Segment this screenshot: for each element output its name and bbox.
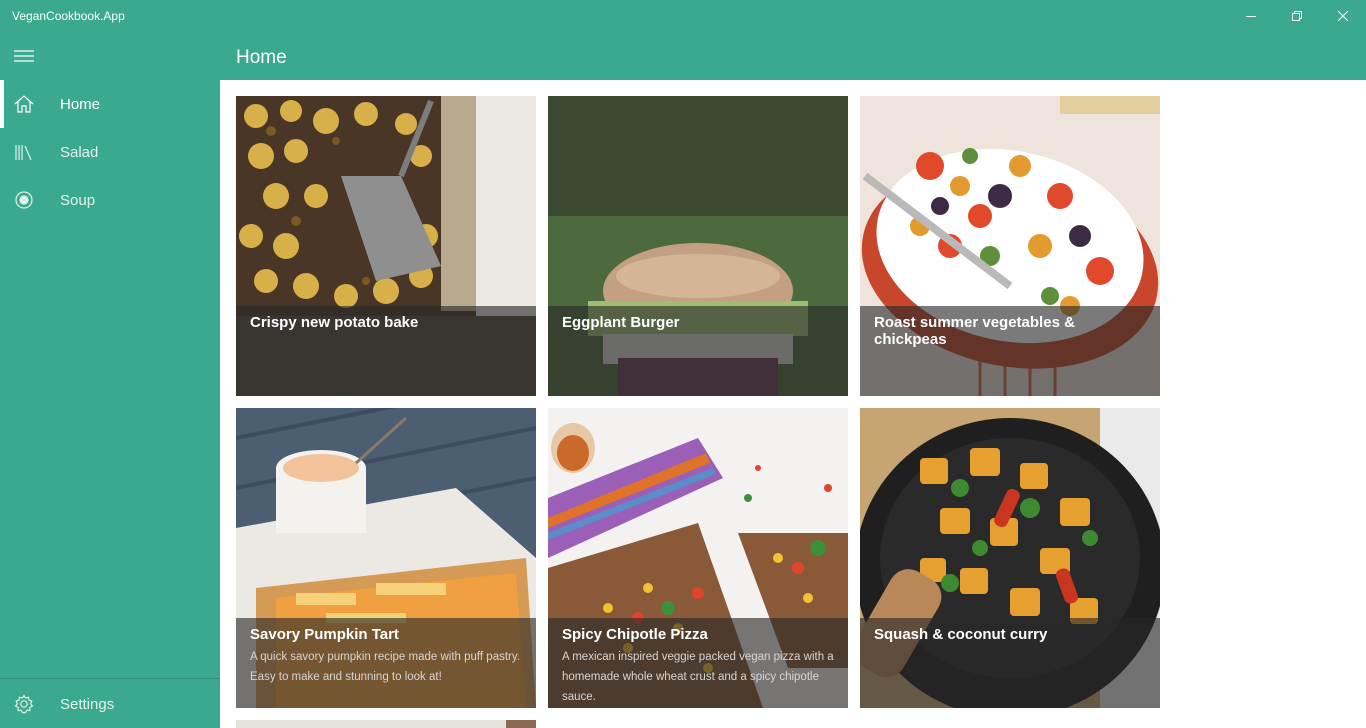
sidebar-item-label: Salad — [60, 143, 99, 161]
recipe-description: A mexican inspired veggie packed vegan p… — [562, 651, 834, 703]
recipe-caption: Roast summer vegetables & chickpeas — [860, 306, 1160, 396]
recipe-card[interactable]: Crispy new potato bake — [236, 96, 536, 396]
recipe-title: Crispy new potato bake — [250, 314, 419, 331]
recipe-title: Eggplant Burger — [562, 314, 680, 331]
page-title: Home — [236, 47, 287, 68]
nav-divider — [0, 678, 220, 679]
recipe-description: A quick savory pumpkin recipe made with … — [250, 651, 520, 683]
settings-label: Settings — [60, 695, 115, 713]
title-bar: VeganCookbook.App — [0, 0, 1366, 32]
recipe-caption: Spicy Chipotle Pizza A mexican inspired … — [548, 618, 848, 708]
restore-button[interactable] — [1274, 0, 1320, 32]
recipe-caption: Eggplant Burger — [548, 306, 848, 396]
recipe-card[interactable] — [236, 720, 536, 728]
home-icon — [0, 80, 48, 128]
sidebar-item-salad[interactable]: Salad — [0, 128, 220, 176]
minimize-button[interactable] — [1228, 0, 1274, 32]
hamburger-button[interactable] — [0, 32, 48, 80]
recipe-title: Squash & coconut curry — [874, 626, 1048, 643]
recipe-caption: Crispy new potato bake — [236, 306, 536, 396]
library-icon — [0, 128, 48, 176]
sidebar-item-soup[interactable]: Soup — [0, 176, 220, 224]
page-header: Home — [220, 32, 1366, 80]
restore-icon — [1292, 11, 1302, 21]
radio-button-icon — [0, 176, 48, 224]
hamburger-icon — [14, 50, 34, 62]
close-button[interactable] — [1320, 0, 1366, 32]
sidebar-item-settings[interactable]: Settings — [0, 680, 220, 728]
recipe-caption: Squash & coconut curry — [860, 618, 1160, 708]
sidebar-item-home[interactable]: Home — [0, 80, 220, 128]
recipe-title: Roast summer vegetables & chickpeas — [874, 314, 1075, 348]
recipe-card[interactable]: Roast summer vegetables & chickpeas — [860, 96, 1160, 396]
recipe-title: Spicy Chipotle Pizza — [562, 626, 708, 643]
close-icon — [1338, 11, 1348, 21]
recipe-image — [236, 720, 536, 728]
sidebar-item-label: Soup — [60, 191, 96, 209]
recipe-card[interactable]: Savory Pumpkin Tart A quick savory pumpk… — [236, 408, 536, 708]
recipe-card[interactable]: Spicy Chipotle Pizza A mexican inspired … — [548, 408, 848, 708]
minimize-icon — [1246, 16, 1256, 17]
sidebar-item-label: Home — [60, 95, 101, 113]
recipe-caption: Savory Pumpkin Tart A quick savory pumpk… — [236, 618, 536, 708]
app-title: VeganCookbook.App — [12, 9, 125, 23]
recipe-title: Savory Pumpkin Tart — [250, 626, 399, 643]
navigation-pane: Home Salad Soup Settings — [0, 32, 220, 728]
recipe-card[interactable]: Squash & coconut curry — [860, 408, 1160, 708]
gear-icon — [0, 680, 48, 728]
recipe-card[interactable]: Eggplant Burger — [548, 96, 848, 396]
recipe-grid: Crispy new potato bake Eggplant Burger R… — [220, 80, 1366, 728]
